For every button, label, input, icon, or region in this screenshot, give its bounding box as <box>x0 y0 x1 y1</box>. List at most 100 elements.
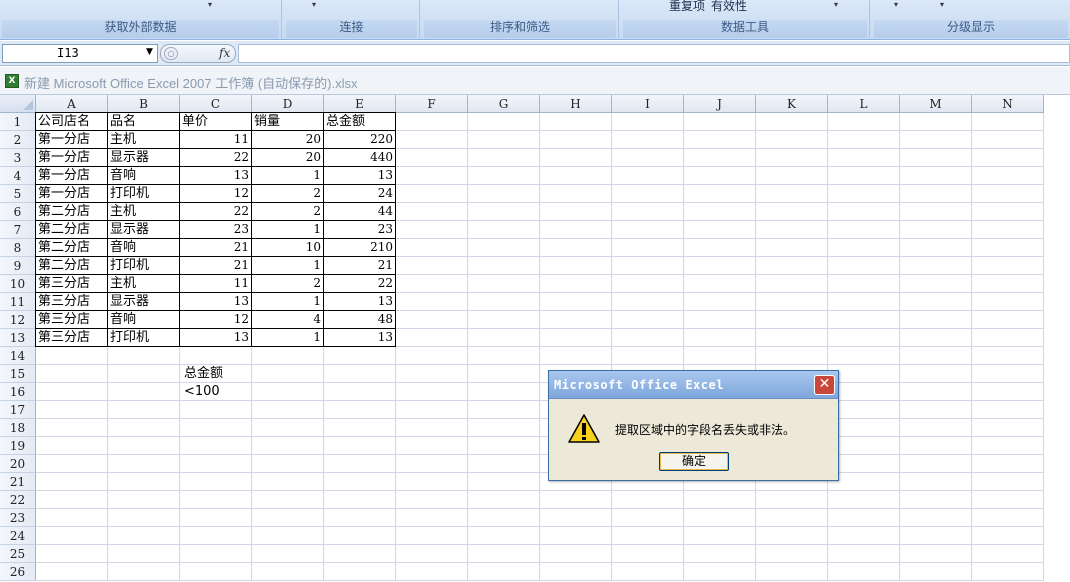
cell-M8[interactable] <box>900 239 972 257</box>
row-header-23[interactable]: 23 <box>0 509 36 527</box>
cell-F24[interactable] <box>396 527 468 545</box>
cell-L8[interactable] <box>828 239 900 257</box>
cell-J14[interactable] <box>684 347 756 365</box>
cell-D10[interactable]: 2 <box>252 275 324 293</box>
cell-E22[interactable] <box>324 491 396 509</box>
cell-A18[interactable] <box>36 419 108 437</box>
cell-D26[interactable] <box>252 563 324 581</box>
cell-B21[interactable] <box>108 473 180 491</box>
row-header-4[interactable]: 4 <box>0 167 36 185</box>
cell-F15[interactable] <box>396 365 468 383</box>
row-header-3[interactable]: 3 <box>0 149 36 167</box>
dropdown-arrow-icon[interactable]: ▾ <box>894 0 898 9</box>
cell-G26[interactable] <box>468 563 540 581</box>
row-header-12[interactable]: 12 <box>0 311 36 329</box>
cell-B10[interactable]: 主机 <box>108 275 180 293</box>
cell-N25[interactable] <box>972 545 1044 563</box>
cell-N24[interactable] <box>972 527 1044 545</box>
cell-D8[interactable]: 10 <box>252 239 324 257</box>
column-header-E[interactable]: E <box>324 95 396 113</box>
cell-I9[interactable] <box>612 257 684 275</box>
formula-input[interactable] <box>238 44 1070 63</box>
cell-G20[interactable] <box>468 455 540 473</box>
cell-C24[interactable] <box>180 527 252 545</box>
cell-E3[interactable]: 440 <box>324 149 396 167</box>
cell-N22[interactable] <box>972 491 1044 509</box>
cell-H10[interactable] <box>540 275 612 293</box>
cell-F14[interactable] <box>396 347 468 365</box>
cell-G16[interactable] <box>468 383 540 401</box>
data-validation-button[interactable]: 有效性 <box>711 0 747 14</box>
column-header-B[interactable]: B <box>108 95 180 113</box>
cell-E13[interactable]: 13 <box>324 329 396 347</box>
cell-B3[interactable]: 显示器 <box>108 149 180 167</box>
cell-K7[interactable] <box>756 221 828 239</box>
cell-K22[interactable] <box>756 491 828 509</box>
cell-E20[interactable] <box>324 455 396 473</box>
row-header-16[interactable]: 16 <box>0 383 36 401</box>
cell-N4[interactable] <box>972 167 1044 185</box>
cell-E8[interactable]: 210 <box>324 239 396 257</box>
cell-K1[interactable] <box>756 113 828 131</box>
cell-I12[interactable] <box>612 311 684 329</box>
row-header-1[interactable]: 1 <box>0 113 36 131</box>
cell-J22[interactable] <box>684 491 756 509</box>
cell-H26[interactable] <box>540 563 612 581</box>
cell-A11[interactable]: 第三分店 <box>36 293 108 311</box>
cell-F18[interactable] <box>396 419 468 437</box>
cell-F26[interactable] <box>396 563 468 581</box>
cell-E4[interactable]: 13 <box>324 167 396 185</box>
cell-A13[interactable]: 第三分店 <box>36 329 108 347</box>
cell-N21[interactable] <box>972 473 1044 491</box>
cell-N3[interactable] <box>972 149 1044 167</box>
cell-B1[interactable]: 品名 <box>108 113 180 131</box>
cell-F10[interactable] <box>396 275 468 293</box>
cell-C15[interactable]: 总金额 <box>180 365 252 383</box>
cell-M21[interactable] <box>900 473 972 491</box>
cell-M22[interactable] <box>900 491 972 509</box>
cell-M15[interactable] <box>900 365 972 383</box>
cell-I7[interactable] <box>612 221 684 239</box>
cell-D4[interactable]: 1 <box>252 167 324 185</box>
cell-J1[interactable] <box>684 113 756 131</box>
cell-J12[interactable] <box>684 311 756 329</box>
cell-F1[interactable] <box>396 113 468 131</box>
cell-G23[interactable] <box>468 509 540 527</box>
cell-C11[interactable]: 13 <box>180 293 252 311</box>
cell-I8[interactable] <box>612 239 684 257</box>
row-header-22[interactable]: 22 <box>0 491 36 509</box>
cell-F6[interactable] <box>396 203 468 221</box>
cell-L26[interactable] <box>828 563 900 581</box>
cell-J23[interactable] <box>684 509 756 527</box>
cell-K6[interactable] <box>756 203 828 221</box>
row-header-26[interactable]: 26 <box>0 563 36 581</box>
cell-N15[interactable] <box>972 365 1044 383</box>
cell-I3[interactable] <box>612 149 684 167</box>
cell-F23[interactable] <box>396 509 468 527</box>
cell-F7[interactable] <box>396 221 468 239</box>
cell-F19[interactable] <box>396 437 468 455</box>
cell-F22[interactable] <box>396 491 468 509</box>
cell-D14[interactable] <box>252 347 324 365</box>
column-header-A[interactable]: A <box>36 95 108 113</box>
cell-K8[interactable] <box>756 239 828 257</box>
cell-K2[interactable] <box>756 131 828 149</box>
cell-L3[interactable] <box>828 149 900 167</box>
cell-D12[interactable]: 4 <box>252 311 324 329</box>
row-header-19[interactable]: 19 <box>0 437 36 455</box>
cell-J26[interactable] <box>684 563 756 581</box>
cell-D25[interactable] <box>252 545 324 563</box>
cell-E15[interactable] <box>324 365 396 383</box>
cell-A24[interactable] <box>36 527 108 545</box>
cell-D17[interactable] <box>252 401 324 419</box>
cell-G10[interactable] <box>468 275 540 293</box>
row-header-8[interactable]: 8 <box>0 239 36 257</box>
cell-A20[interactable] <box>36 455 108 473</box>
cell-B15[interactable] <box>108 365 180 383</box>
name-box[interactable]: I13 <box>2 44 158 63</box>
cell-J7[interactable] <box>684 221 756 239</box>
cell-C7[interactable]: 23 <box>180 221 252 239</box>
cell-M18[interactable] <box>900 419 972 437</box>
column-header-M[interactable]: M <box>900 95 972 113</box>
cell-K24[interactable] <box>756 527 828 545</box>
